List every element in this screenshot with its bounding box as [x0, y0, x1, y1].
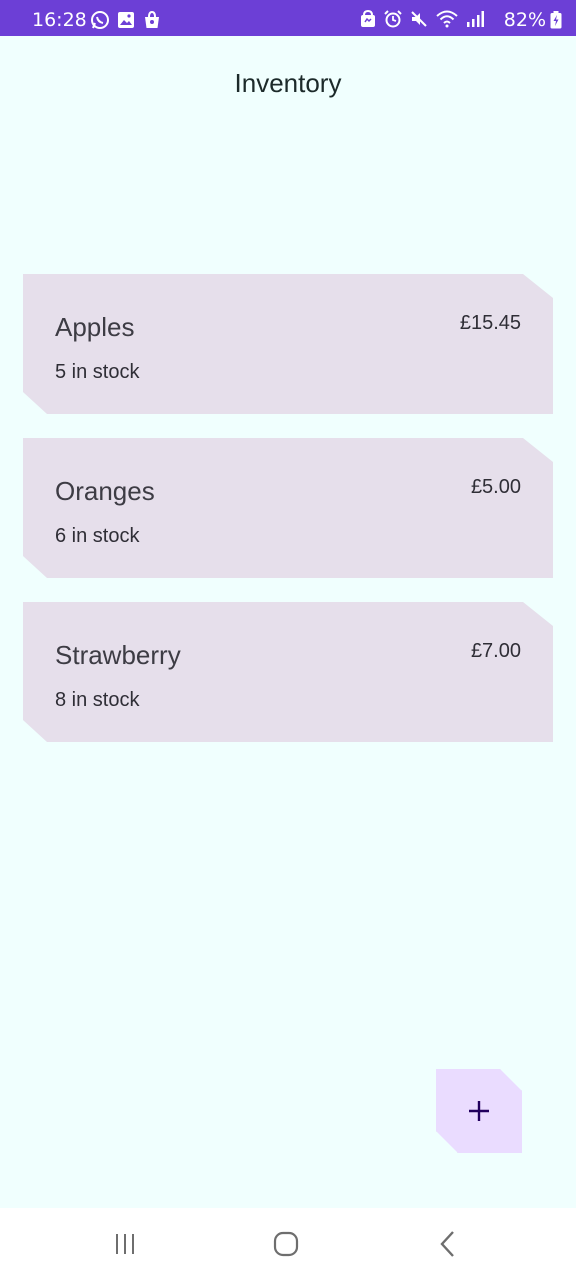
- item-stock: 6 in stock: [55, 525, 140, 547]
- add-item-button[interactable]: [436, 1069, 522, 1153]
- item-name: Apples: [55, 312, 135, 342]
- battery-charging-icon: [550, 11, 562, 29]
- page-title: Inventory: [234, 68, 342, 98]
- alarm-icon: [384, 10, 402, 28]
- gallery-icon: [116, 10, 136, 30]
- back-icon: [438, 1230, 458, 1258]
- item-price: £7.00: [470, 640, 521, 662]
- status-bar: 16:28 82%: [0, 0, 576, 36]
- home-button[interactable]: [266, 1228, 306, 1260]
- recent-apps-icon: [113, 1232, 137, 1256]
- home-icon: [273, 1231, 299, 1257]
- item-stock: 5 in stock: [55, 361, 140, 383]
- item-name: Oranges: [55, 476, 155, 506]
- status-time: 16:28: [32, 9, 87, 31]
- wifi-icon: [436, 10, 458, 28]
- status-right-icons: [360, 10, 484, 28]
- lock-icon: [360, 10, 376, 28]
- item-price: £5.00: [470, 476, 521, 498]
- plus-icon: [467, 1099, 491, 1123]
- status-left-icons: [90, 10, 162, 30]
- item-stock: 8 in stock: [55, 689, 140, 711]
- inventory-item-card[interactable]: Oranges 6 in stock £5.00: [23, 438, 553, 578]
- recent-apps-button[interactable]: [105, 1228, 145, 1260]
- mute-icon: [410, 10, 428, 28]
- shopping-bag-icon: [142, 10, 162, 30]
- item-price: £15.45: [459, 312, 521, 334]
- item-name: Strawberry: [55, 640, 181, 670]
- battery-percent: 82%: [503, 9, 546, 31]
- signal-icon: [466, 10, 484, 28]
- whatsapp-icon: [90, 10, 110, 30]
- inventory-item-card[interactable]: Strawberry 8 in stock £7.00: [23, 602, 553, 742]
- navigation-bar: [0, 1208, 576, 1280]
- inventory-item-card[interactable]: Apples 5 in stock £15.45: [23, 274, 553, 414]
- inventory-list: Apples 5 in stock £15.45 Oranges 6 in st…: [23, 274, 553, 766]
- back-button[interactable]: [428, 1228, 468, 1260]
